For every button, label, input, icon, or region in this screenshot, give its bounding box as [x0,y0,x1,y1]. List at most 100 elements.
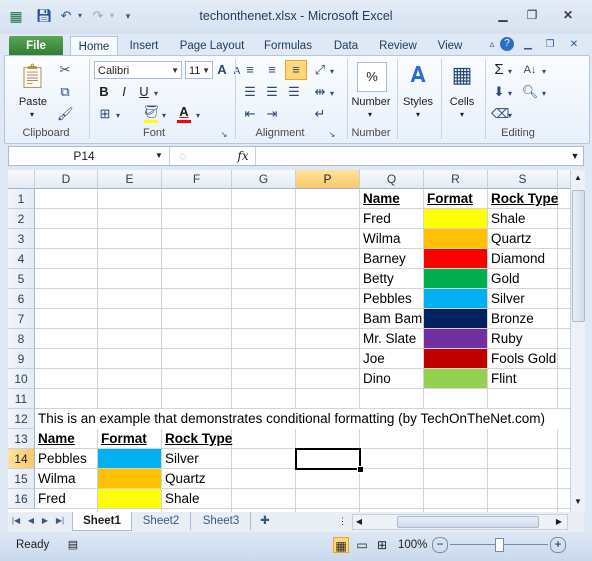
top-cell-rock[interactable]: Silver [488,289,558,309]
column-header-r[interactable]: R [424,170,488,189]
top-cell-name[interactable]: Wilma [360,229,424,249]
example-note[interactable]: This is an example that demonstrates con… [35,409,570,429]
sort-filter-dropdown-icon[interactable]: ▾ [539,64,549,80]
zoom-out-icon[interactable]: − [432,537,448,553]
select-all-corner[interactable] [8,170,35,189]
fill-dropdown-icon[interactable]: ▾ [505,86,515,102]
autosum-dropdown-icon[interactable]: ▾ [505,64,515,80]
row-header-16[interactable]: 16 [8,489,35,509]
zoom-slider-thumb[interactable] [495,538,504,552]
column-header-q[interactable]: Q [360,170,424,189]
row-header-4[interactable]: 4 [8,249,35,269]
tab-view[interactable]: View [430,36,470,56]
sort-filter-icon[interactable]: A↓ [519,62,541,78]
paste-icon[interactable]: 📋︎ [17,62,47,92]
scroll-thumb[interactable] [572,190,585,322]
prev-sheet-icon[interactable]: ◀ [26,512,36,530]
tab-review[interactable]: Review [374,36,422,56]
column-header-g[interactable]: G [232,170,296,189]
font-size-combo[interactable]: 11 ▼ [185,61,213,79]
align-center-icon[interactable]: ☰ [263,84,281,100]
fill-color-dropdown-icon[interactable]: ▾ [159,108,169,124]
tab-formulas[interactable]: Formulas [260,36,316,56]
workbook-minimize-icon[interactable]: ▁ [520,37,536,53]
scroll-right-icon[interactable]: ▶ [553,515,565,529]
bottom-cell-rock[interactable]: Quartz [162,469,232,489]
top-format-swatch[interactable] [424,209,487,228]
workbook-restore-icon[interactable]: ❐ [542,37,558,53]
grow-font-icon[interactable]: A [215,62,229,78]
top-cell-rock[interactable]: Gold [488,269,558,289]
underline-dropdown-icon[interactable]: ▾ [151,86,161,102]
merge-dropdown-icon[interactable]: ▾ [327,86,337,102]
top-format-swatch[interactable] [424,369,487,388]
row-header-15[interactable]: 15 [8,469,35,489]
horizontal-scrollbar[interactable]: ◀ ▶ [352,514,568,530]
alignment-dialog-launcher-icon[interactable]: ↘ [327,127,337,143]
top-format-swatch[interactable] [424,289,487,308]
column-header-d[interactable]: D [35,170,98,189]
row-header-1[interactable]: 1 [8,189,35,209]
bottom-format-swatch[interactable] [98,469,161,488]
tab-data[interactable]: Data [326,36,366,56]
formula-input[interactable] [255,147,565,165]
row-header-12[interactable]: 12 [8,409,35,429]
number-button[interactable]: Number [349,96,393,108]
top-format-swatch[interactable] [424,229,487,248]
underline-button[interactable]: U [137,84,151,100]
cut-icon[interactable]: ✂ [57,62,73,78]
top-format-swatch[interactable] [424,349,487,368]
borders-icon[interactable]: ⊞ [97,106,113,122]
row-header-13[interactable]: 13 [8,429,35,449]
scroll-up-icon[interactable]: ▲ [572,172,584,184]
wrap-text-icon[interactable]: ↵ [311,106,329,122]
zoom-in-icon[interactable]: + [550,537,566,553]
format-painter-icon[interactable]: 🖌︎ [57,106,74,122]
row-header-11[interactable]: 11 [8,389,35,409]
top-cell-rock[interactable]: Quartz [488,229,558,249]
tab-file[interactable]: File [9,36,63,56]
restore-button[interactable]: ❐ [518,6,546,24]
column-header-e[interactable]: E [98,170,162,189]
top-format-swatch[interactable] [424,329,487,348]
minimize-ribbon-icon[interactable]: ▵ [484,37,500,53]
top-header-format[interactable]: Format [424,189,488,209]
tab-home[interactable]: Home [70,36,118,57]
top-cell-name[interactable]: Joe [360,349,424,369]
sheet-tab-sheet2[interactable]: Sheet2 [132,512,191,530]
increase-indent-icon[interactable]: ⇥ [263,106,281,122]
column-header-f[interactable]: F [162,170,232,189]
tab-split-icon[interactable]: ⋮ [338,515,347,527]
bottom-cell-name[interactable]: Pebbles [35,449,97,469]
last-sheet-icon[interactable]: ▶| [54,512,66,530]
cells-button[interactable]: Cells [443,96,481,108]
italic-button[interactable]: I [117,84,131,100]
top-cell-rock[interactable]: Shale [488,209,558,229]
active-cell-p14[interactable] [295,448,361,470]
top-cell-name[interactable]: Barney [360,249,424,269]
tab-page-layout[interactable]: Page Layout [174,36,250,56]
styles-dropdown-icon[interactable]: ▾ [413,110,423,119]
row-header-5[interactable]: 5 [8,269,35,289]
first-sheet-icon[interactable]: |◀ [10,512,22,530]
font-color-dropdown-icon[interactable]: ▾ [193,108,203,124]
bottom-cell-name[interactable]: Wilma [35,469,97,489]
scroll-left-icon[interactable]: ◀ [353,515,365,529]
bold-button[interactable]: B [97,84,111,100]
top-cell-rock[interactable]: Diamond [488,249,558,269]
top-header-rock-type[interactable]: Rock Type [488,189,558,209]
align-middle-icon[interactable]: ≡ [263,62,281,78]
page-break-view-icon[interactable]: ⊞ [374,537,390,553]
worksheet-grid[interactable]: D E F G P Q R S 1 2 3 4 5 6 7 8 9 10 11 … [8,170,570,512]
find-select-icon[interactable]: 🔍︎ [519,84,541,100]
insert-function-icon[interactable]: fx [231,147,255,165]
sheet-tab-sheet1[interactable]: Sheet1 [72,512,132,531]
row-header-9[interactable]: 9 [8,349,35,369]
name-box[interactable]: P14 ▼ [9,147,170,165]
row-header-7[interactable]: 7 [8,309,35,329]
font-name-combo[interactable]: Calibri ▼ [94,61,182,79]
top-cell-name[interactable]: Betty [360,269,424,289]
align-right-icon[interactable]: ☰ [285,84,303,100]
column-header-p[interactable]: P [296,170,360,189]
font-color-icon[interactable]: A [177,104,191,120]
